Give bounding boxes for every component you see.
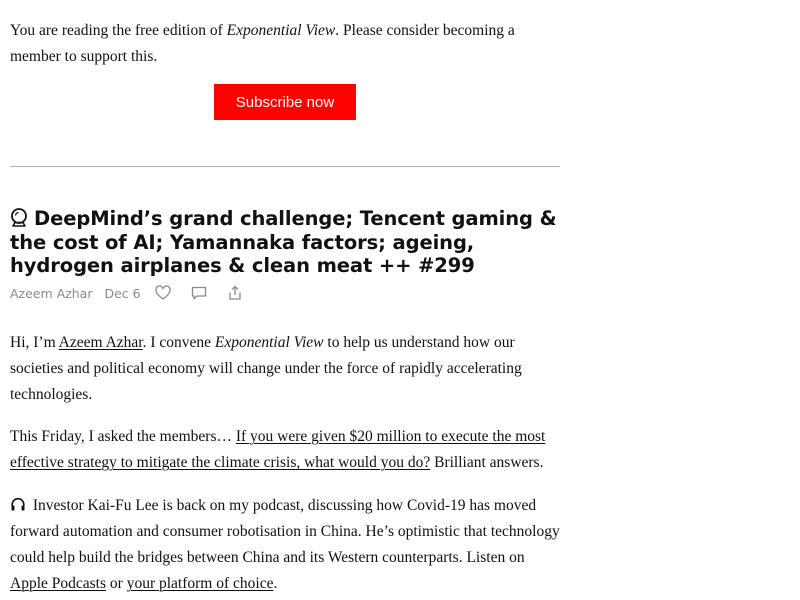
post-author[interactable]: Azeem Azhar <box>10 286 92 301</box>
post-title-text: DeepMind’s grand challenge; Tencent gami… <box>10 207 557 277</box>
free-edition-notice: You are reading the free edition of Expo… <box>10 18 540 70</box>
p1-publication-name: Exponential View <box>214 334 324 351</box>
p1-text-mid: . I convene <box>142 334 215 351</box>
podcast-paragraph: Investor Kai-Fu Lee is back on my podcas… <box>10 493 560 597</box>
notice-text-before: You are reading the free edition of <box>10 22 227 39</box>
heart-icon[interactable] <box>154 285 171 301</box>
share-icon[interactable] <box>227 285 243 301</box>
headphones-icon <box>10 495 26 511</box>
intro-paragraph: Hi, I’m Azeem Azhar. I convene Exponenti… <box>10 330 560 408</box>
apple-podcasts-link[interactable]: Apple Podcasts <box>10 575 106 592</box>
p1-text-start: Hi, I’m <box>10 334 59 351</box>
post-date: Dec 6 <box>104 285 141 301</box>
divider <box>10 166 560 167</box>
p3-text-end: . <box>273 575 278 592</box>
platform-of-choice-link[interactable]: your platform of choice <box>127 575 274 592</box>
author-link[interactable]: Azeem Azhar <box>59 334 143 351</box>
page: You are reading the free edition of Expo… <box>0 0 800 600</box>
subscribe-button[interactable]: Subscribe now <box>214 84 356 120</box>
p2-text-end: Brilliant answers. <box>430 454 544 471</box>
post-title[interactable]: DeepMind’s grand challenge; Tencent gami… <box>10 207 560 278</box>
comment-icon[interactable] <box>191 285 207 301</box>
notice-publication-name: Exponential View <box>226 22 336 39</box>
p3-text-between: or <box>106 575 127 592</box>
p2-text-start: This Friday, I asked the members… <box>10 428 236 445</box>
crystal-ball-icon <box>10 208 28 228</box>
post-meta: Azeem Azhar Dec 6 <box>10 283 263 303</box>
p3-text: Investor Kai-Fu Lee is back on my podcas… <box>10 497 560 566</box>
members-question-paragraph: This Friday, I asked the members… If you… <box>10 424 560 476</box>
